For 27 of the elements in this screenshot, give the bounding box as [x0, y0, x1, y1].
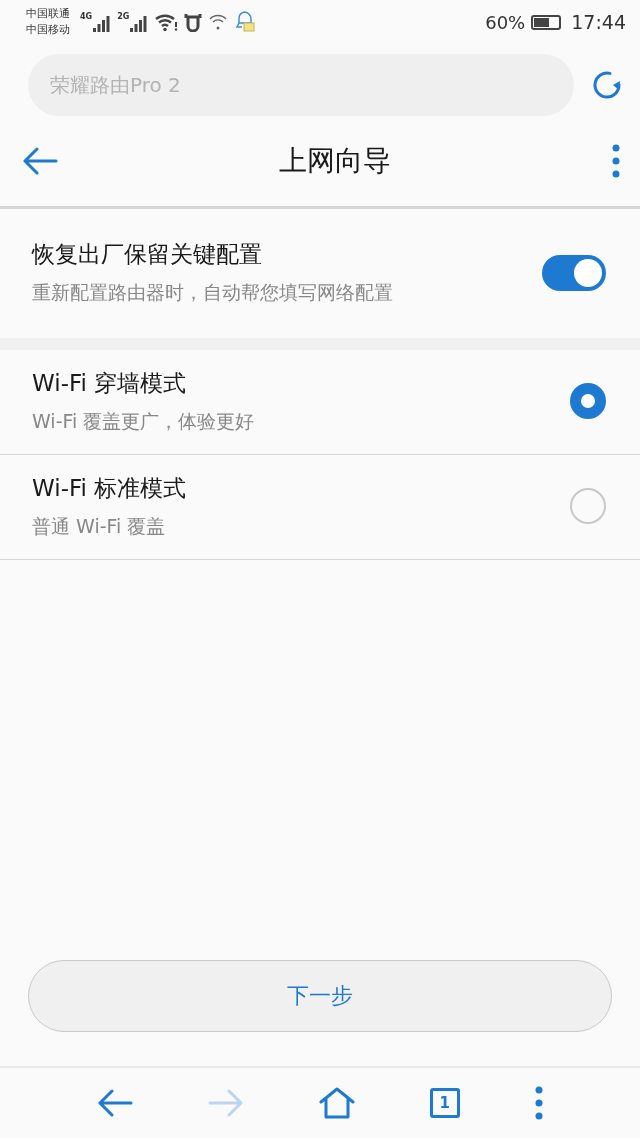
battery-icon	[531, 14, 562, 30]
address-field[interactable]: 荣耀路由Pro 2	[28, 54, 574, 116]
mode-description: Wi-Fi 覆盖更广，体验更好	[32, 408, 255, 434]
mode-title: Wi-Fi 标准模式	[32, 473, 187, 503]
setting-description: 重新配置路由器时，自动帮您填写网络配置	[32, 280, 393, 305]
network-type: 4G	[80, 12, 93, 21]
more-icon[interactable]	[612, 144, 620, 178]
mode-title: Wi-Fi 穿墙模式	[32, 368, 187, 398]
radio-button[interactable]	[570, 383, 606, 419]
battery-percent: 60%	[485, 11, 526, 33]
toggle-switch[interactable]	[542, 254, 606, 291]
page-title: 上网向导	[279, 143, 391, 179]
more-icon[interactable]	[534, 1086, 543, 1120]
mode-description: 普通 Wi-Fi 覆盖	[32, 513, 166, 539]
carrier-name: 中国移动	[26, 22, 70, 38]
tabs-button[interactable]: 1	[429, 1088, 460, 1118]
wifi-question-icon	[208, 13, 229, 31]
clock: 17:44	[571, 11, 626, 33]
wifi-icon	[154, 12, 179, 32]
carrier-name: 中国联通	[26, 6, 70, 22]
network-type: 2G	[117, 12, 130, 21]
setting-title: 恢复出厂保留关键配置	[32, 240, 262, 269]
home-icon[interactable]	[319, 1087, 355, 1119]
radio-button[interactable]	[570, 488, 606, 524]
back-arrow-icon[interactable]	[22, 147, 58, 175]
next-button[interactable]: 下一步	[28, 960, 612, 1032]
back-arrow-icon[interactable]	[97, 1089, 134, 1117]
